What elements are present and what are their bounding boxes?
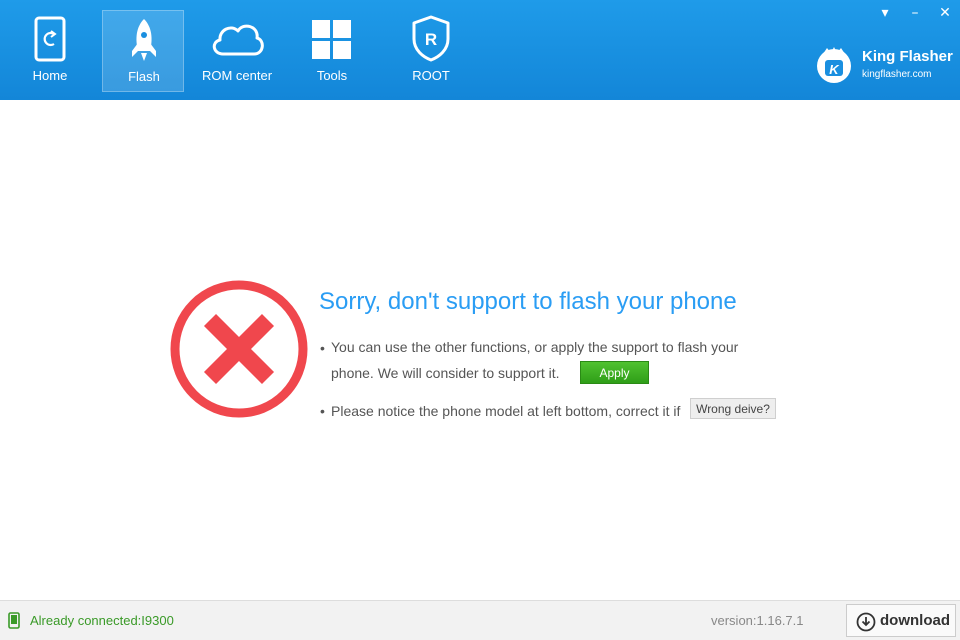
brand-site: kingflasher.com — [862, 69, 932, 80]
cloud-icon — [196, 14, 278, 62]
version-label: version:1.16.7.1 — [711, 613, 804, 628]
brand-name: King Flasher — [862, 48, 953, 65]
nav-item-flash[interactable]: Flash — [102, 10, 184, 92]
root-shield-icon: R — [390, 14, 472, 62]
error-x-icon — [168, 278, 310, 420]
download-icon — [856, 612, 876, 632]
download-button[interactable]: download — [846, 604, 956, 637]
dropdown-icon[interactable]: ▾ — [870, 0, 900, 26]
connection-status: Already connected:I9300 — [30, 613, 174, 628]
phone-icon — [8, 612, 20, 629]
close-icon[interactable]: ✕ — [930, 0, 960, 26]
nav-label-rom-center: ROM center — [201, 68, 273, 83]
nav-label-flash: Flash — [128, 69, 160, 84]
king-flasher-logo-icon: K — [814, 44, 854, 84]
download-label: download — [880, 612, 950, 629]
nav-label-home: Home — [32, 68, 68, 83]
svg-text:R: R — [425, 30, 437, 49]
error-title: Sorry, don't support to flash your phone — [319, 288, 737, 315]
top-navigation-bar: Home Flash ROM center Tools R ROOT ▾ – ✕… — [0, 0, 960, 100]
bullet-dot: • — [320, 403, 325, 419]
grid-icon — [291, 14, 373, 62]
bullet-dot: • — [320, 340, 325, 356]
nav-item-home[interactable]: Home — [9, 10, 91, 92]
brand: K King Flasher kingflasher.com — [814, 44, 954, 86]
nav-item-rom-center[interactable]: ROM center — [196, 10, 278, 92]
nav-label-tools: Tools — [316, 68, 348, 83]
logo-letter: K — [829, 62, 840, 77]
phone-refresh-icon — [9, 14, 91, 62]
window-controls: ▾ – ✕ — [870, 0, 960, 26]
bullet1-line2: phone. We will consider to support it. — [331, 365, 560, 381]
rocket-icon — [103, 15, 185, 63]
bullet2-text: Please notice the phone model at left bo… — [331, 403, 681, 419]
nav-label-root: ROOT — [412, 68, 450, 83]
nav-item-root[interactable]: R ROOT — [390, 10, 472, 92]
wrong-device-button[interactable]: Wrong deive? — [690, 398, 776, 419]
status-bar: Already connected:I9300 version:1.16.7.1… — [0, 600, 960, 640]
bullet1-line1: You can use the other functions, or appl… — [331, 339, 739, 355]
nav-item-tools[interactable]: Tools — [291, 10, 373, 92]
minimize-icon[interactable]: – — [900, 0, 930, 26]
apply-button[interactable]: Apply — [580, 361, 649, 384]
